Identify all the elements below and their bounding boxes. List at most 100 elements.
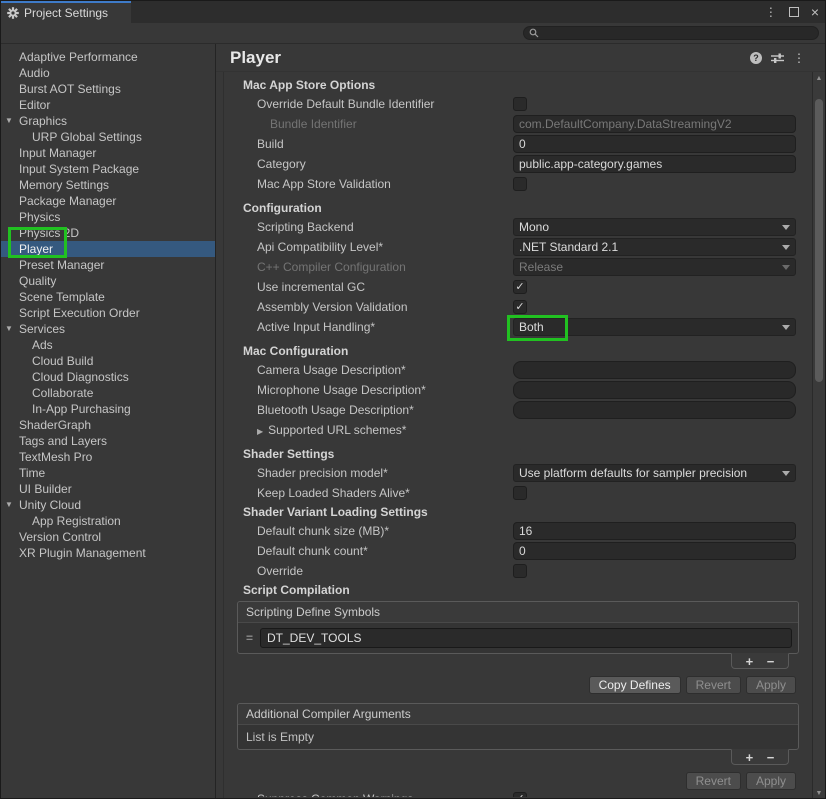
field-value: Use platform defaults for sampler precis… <box>513 464 796 482</box>
build-field[interactable]: 0 <box>513 135 796 153</box>
copy-defines-button[interactable]: Copy Defines <box>589 676 681 694</box>
field-value: 0 <box>513 135 796 153</box>
sidebar-item-urp-global-settings[interactable]: URP Global Settings <box>1 129 215 145</box>
page-title: Player <box>230 48 281 68</box>
microphone-usage-description-field[interactable] <box>513 381 796 399</box>
sidebar-item-unity-cloud[interactable]: ▼Unity Cloud <box>1 497 215 513</box>
sidebar-item-label: XR Plugin Management <box>19 546 146 560</box>
preset-icon[interactable] <box>771 52 784 64</box>
scroll-up-icon[interactable]: ▲ <box>813 75 825 82</box>
foldout-open-icon[interactable]: ▼ <box>5 321 13 337</box>
override-checkbox[interactable] <box>513 564 527 578</box>
help-icon[interactable]: ? <box>750 52 762 64</box>
settings-row-scripting-backend: Scripting BackendMono <box>243 217 796 237</box>
sidebar-item-tags-and-layers[interactable]: Tags and Layers <box>1 433 215 449</box>
field-label: Microphone Usage Description* <box>243 383 513 397</box>
sidebar-item-package-manager[interactable]: Package Manager <box>1 193 215 209</box>
camera-usage-description-field[interactable] <box>513 361 796 379</box>
close-icon[interactable]: × <box>811 5 819 19</box>
override-default-bundle-identifier-checkbox[interactable] <box>513 97 527 111</box>
category-field[interactable]: public.app-category.games <box>513 155 796 173</box>
remove-item-button[interactable]: − <box>767 655 775 668</box>
sidebar-item-version-control[interactable]: Version Control <box>1 529 215 545</box>
player-settings-panel: Player ? ⋮ Mac App Store OptionsOverride <box>216 44 825 799</box>
sidebar-item-script-execution-order[interactable]: Script Execution Order <box>1 305 215 321</box>
sidebar-item-input-system-package[interactable]: Input System Package <box>1 161 215 177</box>
section-header-mac-app-store-options: Mac App Store Options <box>243 76 796 94</box>
vertical-scrollbar[interactable]: ▲ ▼ <box>812 72 825 799</box>
scrollbar-thumb[interactable] <box>815 99 823 382</box>
add-item-button[interactable]: + <box>746 655 754 668</box>
field-value: ✓ <box>513 792 796 797</box>
sidebar-item-burst-aot-settings[interactable]: Burst AOT Settings <box>1 81 215 97</box>
sidebar-item-in-app-purchasing[interactable]: In-App Purchasing <box>1 401 215 417</box>
sidebar-item-quality[interactable]: Quality <box>1 273 215 289</box>
sidebar-item-player-annotated[interactable]: Player <box>1 241 215 257</box>
assembly-version-validation-checkbox[interactable]: ✓ <box>513 300 527 314</box>
default-chunk-count-field[interactable]: 0 <box>513 542 796 560</box>
bundle-identifier-field: com.DefaultCompany.DataStreamingV2 <box>513 115 796 133</box>
settings-content: Mac App Store OptionsOverride Default Bu… <box>223 72 799 799</box>
settings-category-list: Adaptive PerformanceAudioBurst AOT Setti… <box>1 44 216 799</box>
sidebar-item-collaborate[interactable]: Collaborate <box>1 385 215 401</box>
sidebar-item-ui-builder[interactable]: UI Builder <box>1 481 215 497</box>
sidebar-item-input-manager[interactable]: Input Manager <box>1 145 215 161</box>
sidebar-item-time[interactable]: Time <box>1 465 215 481</box>
sidebar-item-textmesh-pro[interactable]: TextMesh Pro <box>1 449 215 465</box>
panel-menu-icon[interactable]: ⋮ <box>793 51 805 65</box>
keep-loaded-shaders-alive-checkbox[interactable] <box>513 486 527 500</box>
sidebar-item-cloud-diagnostics[interactable]: Cloud Diagnostics <box>1 369 215 385</box>
api-compatibility-level-dropdown[interactable]: .NET Standard 2.1 <box>513 238 796 256</box>
foldout-open-icon[interactable]: ▼ <box>5 497 13 513</box>
revert-button[interactable]: Revert <box>686 676 741 694</box>
sidebar-item-services[interactable]: ▼Services <box>1 321 215 337</box>
active-input-handling-dropdown[interactable]: Both <box>513 318 796 336</box>
sidebar-item-memory-settings[interactable]: Memory Settings <box>1 177 215 193</box>
sidebar-item-xr-plugin-management[interactable]: XR Plugin Management <box>1 545 215 561</box>
sidebar-item-ads[interactable]: Ads <box>1 337 215 353</box>
drag-handle-icon[interactable]: = <box>246 631 253 645</box>
sidebar-item-editor[interactable]: Editor <box>1 97 215 113</box>
bluetooth-usage-description-field[interactable] <box>513 401 796 419</box>
maximize-icon[interactable] <box>789 7 799 17</box>
search-input[interactable] <box>523 26 819 40</box>
mac-app-store-validation-checkbox[interactable] <box>513 177 527 191</box>
suppress-common-warnings-checkbox[interactable]: ✓ <box>513 792 527 797</box>
sidebar-item-app-registration[interactable]: App Registration <box>1 513 215 529</box>
foldout-open-icon[interactable]: ▼ <box>5 113 13 129</box>
define-symbol-field[interactable]: DT_DEV_TOOLS <box>260 628 792 648</box>
section-header-script-compilation: Script Compilation <box>243 581 796 599</box>
tab-project-settings[interactable]: Project Settings <box>1 1 131 23</box>
sidebar-item-graphics[interactable]: ▼Graphics <box>1 113 215 129</box>
foldout-closed-icon[interactable]: ▶ <box>257 427 263 436</box>
default-chunk-size-mb-field[interactable]: 16 <box>513 522 796 540</box>
section-header-shader-variant-loading-settings: Shader Variant Loading Settings <box>243 503 796 521</box>
shader-precision-model-dropdown[interactable]: Use platform defaults for sampler precis… <box>513 464 796 482</box>
revert-button[interactable]: Revert <box>686 772 741 790</box>
sidebar-item-label: Input System Package <box>19 162 139 176</box>
sidebar-item-scene-template[interactable]: Scene Template <box>1 289 215 305</box>
sidebar-item-audio[interactable]: Audio <box>1 65 215 81</box>
list-item: = DT_DEV_TOOLS <box>244 627 792 649</box>
use-incremental-gc-checkbox[interactable]: ✓ <box>513 280 527 294</box>
field-value: ✓ <box>513 280 796 294</box>
field-text: 16 <box>519 524 532 538</box>
sidebar-item-physics[interactable]: Physics <box>1 209 215 225</box>
section-header-mac-configuration: Mac Configuration <box>243 342 796 360</box>
window-menu-icon[interactable]: ⋮ <box>765 6 777 18</box>
sidebar-item-adaptive-performance[interactable]: Adaptive Performance <box>1 49 215 65</box>
remove-item-button[interactable]: − <box>767 751 775 764</box>
chevron-down-icon <box>782 245 790 250</box>
sidebar-item-physics-2d[interactable]: Physics 2D <box>1 225 215 241</box>
sidebar-item-preset-manager[interactable]: Preset Manager <box>1 257 215 273</box>
apply-button[interactable]: Apply <box>746 772 796 790</box>
scripting-backend-dropdown[interactable]: Mono <box>513 218 796 236</box>
sidebar-item-cloud-build[interactable]: Cloud Build <box>1 353 215 369</box>
scroll-down-icon[interactable]: ▼ <box>813 790 825 797</box>
project-settings-window: Project Settings ⋮ × Adaptive Performanc… <box>0 0 826 799</box>
sidebar-item-label: Physics <box>19 210 60 224</box>
sidebar-item-shadergraph[interactable]: ShaderGraph <box>1 417 215 433</box>
add-item-button[interactable]: + <box>746 751 754 764</box>
apply-button[interactable]: Apply <box>746 676 796 694</box>
list-footer: +− <box>243 654 796 671</box>
